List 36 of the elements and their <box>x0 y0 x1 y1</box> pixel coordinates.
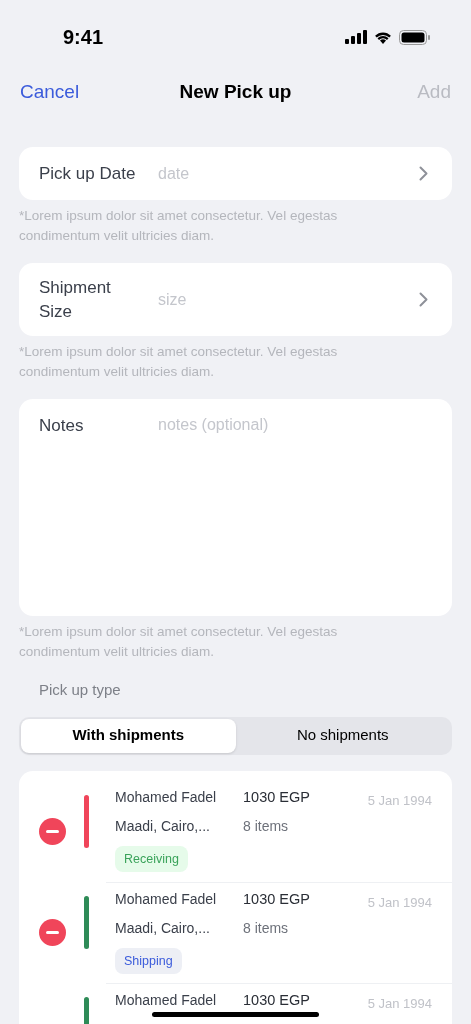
helper-text: *Lorem ipsum dolor sit amet consectetur. Vel egestas condimentum velit ultricies diam. <box>19 207 339 245</box>
remove-icon[interactable] <box>39 918 66 946</box>
notes-field[interactable]: Notes notes (optional) <box>19 399 452 616</box>
segment-tab[interactable]: With shipments <box>21 718 236 753</box>
battery-icon <box>399 29 431 45</box>
customer-name: Mohamed Fadel <box>115 890 218 909</box>
helper-text: *Lorem ipsum dolor sit amet consectetur. Vel egestas condimentum velit ultricies diam. <box>19 343 339 381</box>
helper-text: *Lorem ipsum dolor sit amet consectetur. Vel egestas condimentum velit ultricies diam. <box>19 623 339 661</box>
items-count: 8 items <box>243 817 289 836</box>
date-text: 5 Jan 1994 <box>367 994 432 1013</box>
select-field[interactable]: Pick up Date date <box>19 147 452 200</box>
status-time: 9:41 <box>63 25 104 50</box>
customer-name: Mohamed Fadel <box>115 788 218 807</box>
segment-tab[interactable]: No shipments <box>235 718 450 753</box>
wifi-icon <box>373 30 393 44</box>
cancel-button[interactable]: Cancel <box>20 77 80 107</box>
chevron-right-icon <box>419 292 428 307</box>
address-text: Maadi, Cairo,... <box>115 817 211 836</box>
amount-text: 1030 EGP <box>243 889 311 909</box>
status-tag: Shipping <box>115 947 182 975</box>
signal-icon <box>345 30 367 44</box>
amount-text: 1030 EGP <box>243 787 311 807</box>
amount-text: 1030 EGP <box>243 990 311 1010</box>
section-label: Pick up type <box>38 680 122 700</box>
notes-input[interactable]: notes (optional) <box>158 413 452 603</box>
screen-title: New Pick up <box>179 79 292 104</box>
remove-icon[interactable] <box>39 817 66 845</box>
customer-name: Mohamed Fadel <box>115 991 218 1010</box>
status-tag: Receiving <box>115 845 188 873</box>
select-field[interactable]: Shipment Size size <box>19 263 452 336</box>
field-label: Notes <box>39 415 85 437</box>
date-text: 5 Jan 1994 <box>367 791 432 810</box>
chevron-right-icon <box>419 166 428 181</box>
date-text: 5 Jan 1994 <box>367 893 432 912</box>
items-count: 8 items <box>243 919 289 938</box>
address-text: Maadi, Cairo,... <box>115 919 211 938</box>
